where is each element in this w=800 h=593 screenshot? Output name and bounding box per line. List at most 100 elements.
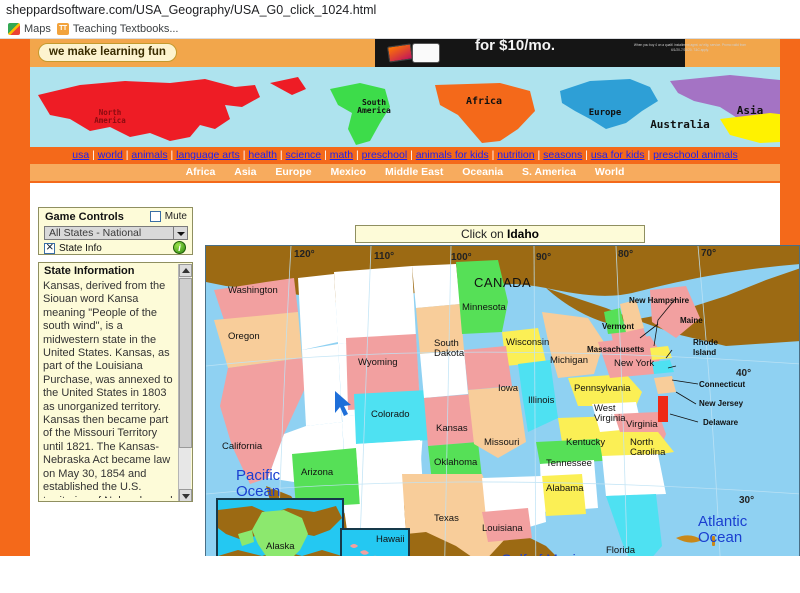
game-mode-select[interactable]: All States - National <box>44 226 188 240</box>
nav-link-preschool-animals[interactable]: preschool animals <box>653 149 738 161</box>
nav-link-seasons[interactable]: seasons <box>543 149 582 161</box>
nav-link-health[interactable]: health <box>248 149 277 161</box>
ad-device-phone-icon <box>387 43 413 63</box>
site-tagline: we make learning fun <box>38 43 177 62</box>
map-label-washington[interactable]: Washington <box>228 286 278 296</box>
mute-checkbox[interactable] <box>149 211 161 222</box>
nav-link-usa[interactable]: usa <box>72 149 89 161</box>
map-coord-80w: 80° <box>618 249 634 260</box>
subnav-link-europe[interactable]: Europe <box>275 166 311 178</box>
prompt-prefix: Click on <box>460 227 507 241</box>
map-label-south-dakota[interactable]: South Dakota <box>434 339 464 359</box>
subnav-link-s-america[interactable]: S. America <box>522 166 576 178</box>
game-mode-value: All States - National <box>49 227 142 239</box>
map-label-new-jersey[interactable]: New Jersey <box>699 399 743 409</box>
bookmark-teaching-textbooks[interactable]: TT Teaching Textbooks... <box>56 23 179 35</box>
map-label-new-hampshire[interactable]: New Hampshire <box>629 296 689 306</box>
continent-label-africa: Africa <box>465 96 503 107</box>
nav-link-world[interactable]: world <box>98 149 123 161</box>
mute-label: Mute <box>164 211 187 222</box>
map-label-arizona[interactable]: Arizona <box>301 468 333 478</box>
game-area: Game Controls Mute All States - National… <box>30 185 800 593</box>
map-label-wyoming[interactable]: Wyoming <box>358 358 398 368</box>
map-label-alabama[interactable]: Alabama <box>546 484 584 494</box>
map-label-iowa[interactable]: Iowa <box>498 384 518 394</box>
nav-link-animals-for-kids[interactable]: animals for kids <box>416 149 489 161</box>
nav-link-usa-for-kids[interactable]: usa for kids <box>591 149 645 161</box>
site-content: for $10/mo. When you buy 4 on a qualif. … <box>30 39 800 593</box>
map-label-california[interactable]: California <box>222 442 262 452</box>
state-information-panel: State Information Kansas, derived from t… <box>38 262 193 502</box>
map-label-louisiana[interactable]: Louisiana <box>482 524 523 534</box>
nav-link-preschool[interactable]: preschool <box>362 149 408 161</box>
map-label-maine[interactable]: Maine <box>680 316 703 326</box>
bookmark-maps-label: Maps <box>24 23 51 35</box>
subnav-link-africa[interactable]: Africa <box>186 166 216 178</box>
map-coord-100w: 100° <box>451 252 472 263</box>
map-label-connecticut[interactable]: Connecticut <box>699 380 745 390</box>
state-info-checkbox[interactable] <box>44 240 55 254</box>
world-map-graphic <box>38 75 780 145</box>
map-label-delaware[interactable]: Delaware <box>703 418 738 428</box>
address-bar[interactable]: sheppardsoftware.com/USA_Geography/USA_G… <box>0 0 800 20</box>
scrollbar-thumb[interactable] <box>179 278 192 448</box>
prompt-target-state: Idaho <box>507 227 539 241</box>
state-information-scrollbar[interactable] <box>178 264 192 501</box>
map-label-missouri[interactable]: Missouri <box>484 438 519 448</box>
subnav-link-middle-east[interactable]: Middle East <box>385 166 443 178</box>
map-label-rhode-island[interactable]: Rhode Island <box>693 338 718 358</box>
map-label-minnesota[interactable]: Minnesota <box>462 303 506 313</box>
map-coord-40n: 40° <box>736 368 752 379</box>
map-label-florida[interactable]: Florida <box>606 546 635 556</box>
ad-fine-print: When you buy 4 on a qualif. installment … <box>633 43 747 52</box>
map-label-pacific-ocean: Pacific Ocean <box>236 467 281 500</box>
map-label-oregon[interactable]: Oregon <box>228 332 260 342</box>
map-label-north-carolina[interactable]: North Carolina <box>630 438 665 458</box>
map-label-illinois[interactable]: Illinois <box>528 396 554 406</box>
nav-link-math[interactable]: math <box>330 149 353 161</box>
map-label-massachusetts[interactable]: Massachusetts <box>587 345 644 355</box>
bookmark-maps[interactable]: Maps <box>8 23 51 35</box>
state-info-toggle[interactable]: State Info <box>44 240 102 254</box>
state-information-text: Kansas, derived from the Siouan word Kan… <box>43 280 173 498</box>
page-left-margin <box>0 39 30 556</box>
chevron-down-icon[interactable] <box>173 227 187 239</box>
map-label-west-virginia[interactable]: West Virginia <box>594 404 626 424</box>
nav-link-animals[interactable]: animals <box>131 149 167 161</box>
map-label-kentucky[interactable]: Kentucky <box>566 438 605 448</box>
map-label-virginia[interactable]: Virginia <box>626 420 658 430</box>
mute-control[interactable]: Mute <box>149 211 187 222</box>
map-label-tennessee[interactable]: Tennessee <box>546 459 592 469</box>
map-label-pennsylvania[interactable]: Pennsylvania <box>574 384 631 394</box>
maps-icon <box>8 23 20 35</box>
hawaii-inset-label: Hawaii <box>376 534 405 545</box>
continent-label-south-america: South America <box>357 98 391 116</box>
continent-label-north-america: North America <box>94 108 126 125</box>
bookmark-teaching-textbooks-label: Teaching Textbooks... <box>72 23 179 35</box>
usa-map[interactable]: CANADA MEXICO PacificOcean AtlanticOcean… <box>205 245 800 593</box>
subnav-link-mexico[interactable]: Mexico <box>330 166 366 178</box>
info-icon[interactable]: i <box>173 241 186 254</box>
map-label-colorado[interactable]: Colorado <box>371 410 410 420</box>
map-label-vermont[interactable]: Vermont <box>602 322 634 332</box>
subnav-link-oceania[interactable]: Oceania <box>462 166 503 178</box>
nav-link-language-arts[interactable]: language arts <box>176 149 240 161</box>
scroll-up-icon[interactable] <box>179 264 192 277</box>
teaching-textbooks-icon: TT <box>56 23 69 35</box>
subnav-link-asia[interactable]: Asia <box>234 166 256 178</box>
game-controls-panel: Game Controls Mute All States - National… <box>38 207 193 255</box>
map-label-michigan[interactable]: Michigan <box>550 356 588 366</box>
map-label-kansas[interactable]: Kansas <box>436 424 468 434</box>
map-label-texas[interactable]: Texas <box>434 514 459 524</box>
map-label-wisconsin[interactable]: Wisconsin <box>506 338 549 348</box>
scroll-down-icon[interactable] <box>179 489 192 501</box>
subnav-link-world[interactable]: World <box>595 166 625 178</box>
map-label-new-york[interactable]: New York <box>614 359 654 369</box>
nav-link-science[interactable]: science <box>286 149 322 161</box>
ad-banner[interactable]: for $10/mo. When you buy 4 on a qualif. … <box>30 39 780 67</box>
map-label-atlantic-ocean: Atlantic Ocean <box>698 513 748 546</box>
map-label-oklahoma[interactable]: Oklahoma <box>434 458 477 468</box>
nav-link-nutrition[interactable]: nutrition <box>497 149 534 161</box>
ad-device-tablet-icon <box>412 43 440 63</box>
nav-divider <box>30 181 780 183</box>
